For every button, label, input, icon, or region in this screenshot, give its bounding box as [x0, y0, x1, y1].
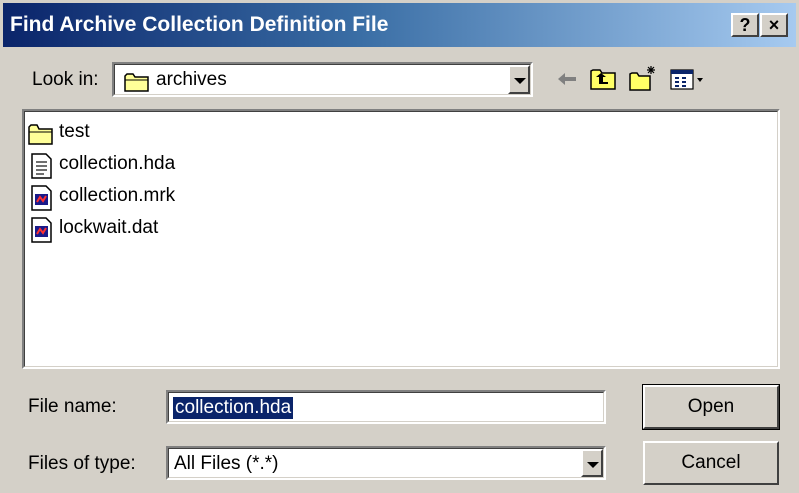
open-button[interactable]: Open [642, 384, 780, 430]
close-button[interactable]: × [760, 13, 788, 37]
title-bar[interactable]: Find Archive Collection Definition File … [3, 3, 796, 47]
folder-icon [124, 73, 149, 92]
cancel-button[interactable]: Cancel [643, 441, 779, 485]
new-folder-icon[interactable] [628, 64, 658, 94]
look-in-dropdown[interactable]: archives [112, 62, 533, 97]
look-in-value: archives [156, 69, 227, 90]
file-name: lockwait.dat [59, 217, 159, 238]
file-name-value: collection.hda [173, 397, 294, 419]
dialog-title: Find Archive Collection Definition File [10, 13, 389, 36]
look-in-dropdown-button[interactable] [508, 65, 530, 94]
view-menu-icon[interactable] [668, 64, 708, 94]
find-file-dialog: Find Archive Collection Definition File … [0, 0, 799, 493]
up-one-level-icon[interactable] [588, 64, 618, 94]
folder-icon [28, 124, 53, 145]
file-type-dropdown-button[interactable] [581, 449, 603, 477]
text-file-icon [31, 153, 52, 179]
look-in-label: Look in: [32, 69, 99, 90]
file-name: collection.hda [59, 153, 176, 174]
file-list[interactable]: test collection.hda collection.mrk lockw… [22, 109, 780, 369]
back-arrow-icon[interactable] [552, 64, 582, 94]
file-name: collection.mrk [59, 185, 176, 206]
file-type-dropdown[interactable]: All Files (*.*) [166, 446, 606, 480]
help-button[interactable]: ? [731, 13, 759, 37]
file-name-label: File name: [28, 396, 117, 417]
data-file-icon [31, 185, 52, 211]
file-name: test [59, 121, 90, 142]
file-type-label: Files of type: [28, 453, 136, 474]
data-file-icon [31, 217, 52, 243]
file-name-input[interactable]: collection.hda [166, 390, 606, 424]
file-type-value: All Files (*.*) [174, 453, 279, 474]
